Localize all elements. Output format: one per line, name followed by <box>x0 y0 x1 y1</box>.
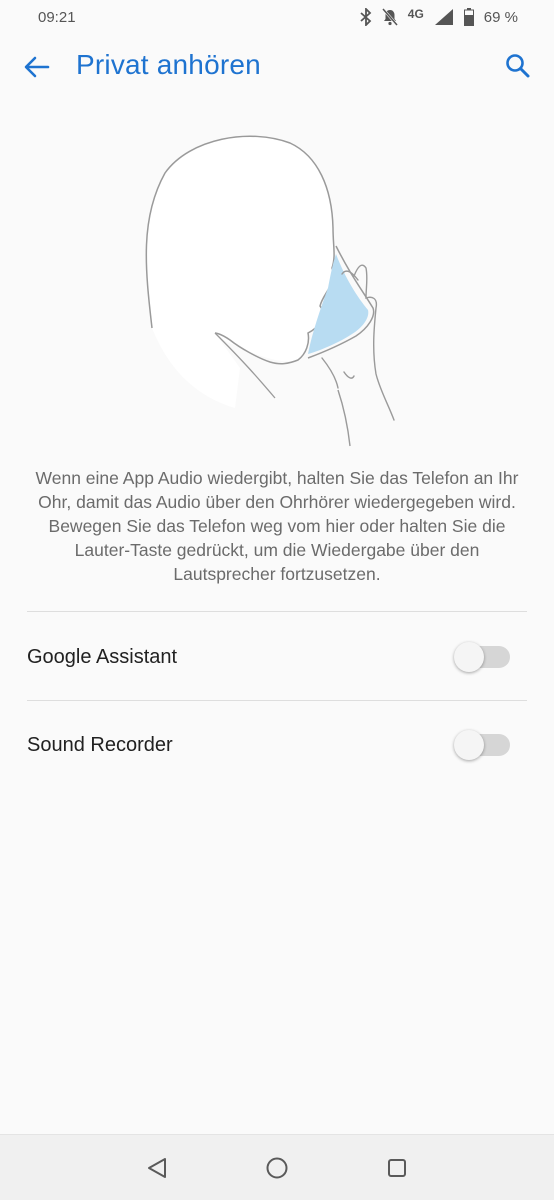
private-listening-illustration <box>145 135 395 447</box>
network-type: 4G <box>407 7 424 21</box>
search-button[interactable] <box>502 50 534 82</box>
toggle-thumb <box>454 642 484 672</box>
page-title: Privat anhören <box>76 49 261 80</box>
nav-recents-button[interactable] <box>384 1155 410 1181</box>
nav-recents-icon <box>388 1159 406 1177</box>
signal-icon <box>434 8 454 26</box>
navigation-bar <box>0 1134 554 1200</box>
nav-back-icon <box>148 1158 166 1178</box>
toggle-thumb <box>454 730 484 760</box>
bluetooth-icon <box>360 8 372 26</box>
status-icons: 4G 69 % <box>360 7 518 26</box>
bell-off-icon <box>381 8 398 26</box>
battery-icon <box>463 8 474 26</box>
setting-row-sound-recorder[interactable]: Sound Recorder <box>0 701 554 789</box>
nav-home-button[interactable] <box>264 1155 290 1181</box>
status-bar: 09:21 4G 69 % <box>0 0 554 34</box>
head-fill <box>146 136 335 408</box>
battery-percent: 69 % <box>483 8 518 26</box>
setting-label: Sound Recorder <box>27 733 173 756</box>
search-icon <box>506 54 530 78</box>
google-assistant-toggle[interactable] <box>454 642 510 672</box>
description-text: Wenn eine App Audio wiedergibt, halten S… <box>35 468 519 584</box>
arm-line <box>337 389 351 447</box>
app-bar: Privat anhören <box>0 34 554 100</box>
status-time: 09:21 <box>38 8 76 26</box>
divider <box>27 611 527 612</box>
setting-label: Google Assistant <box>27 645 178 668</box>
nav-home-icon <box>266 1157 288 1179</box>
arrow-back-icon <box>24 56 50 78</box>
sound-recorder-toggle[interactable] <box>454 730 510 760</box>
nav-back-button[interactable] <box>144 1155 170 1181</box>
setting-row-google-assistant[interactable]: Google Assistant <box>0 613 554 701</box>
back-button[interactable] <box>22 52 52 82</box>
